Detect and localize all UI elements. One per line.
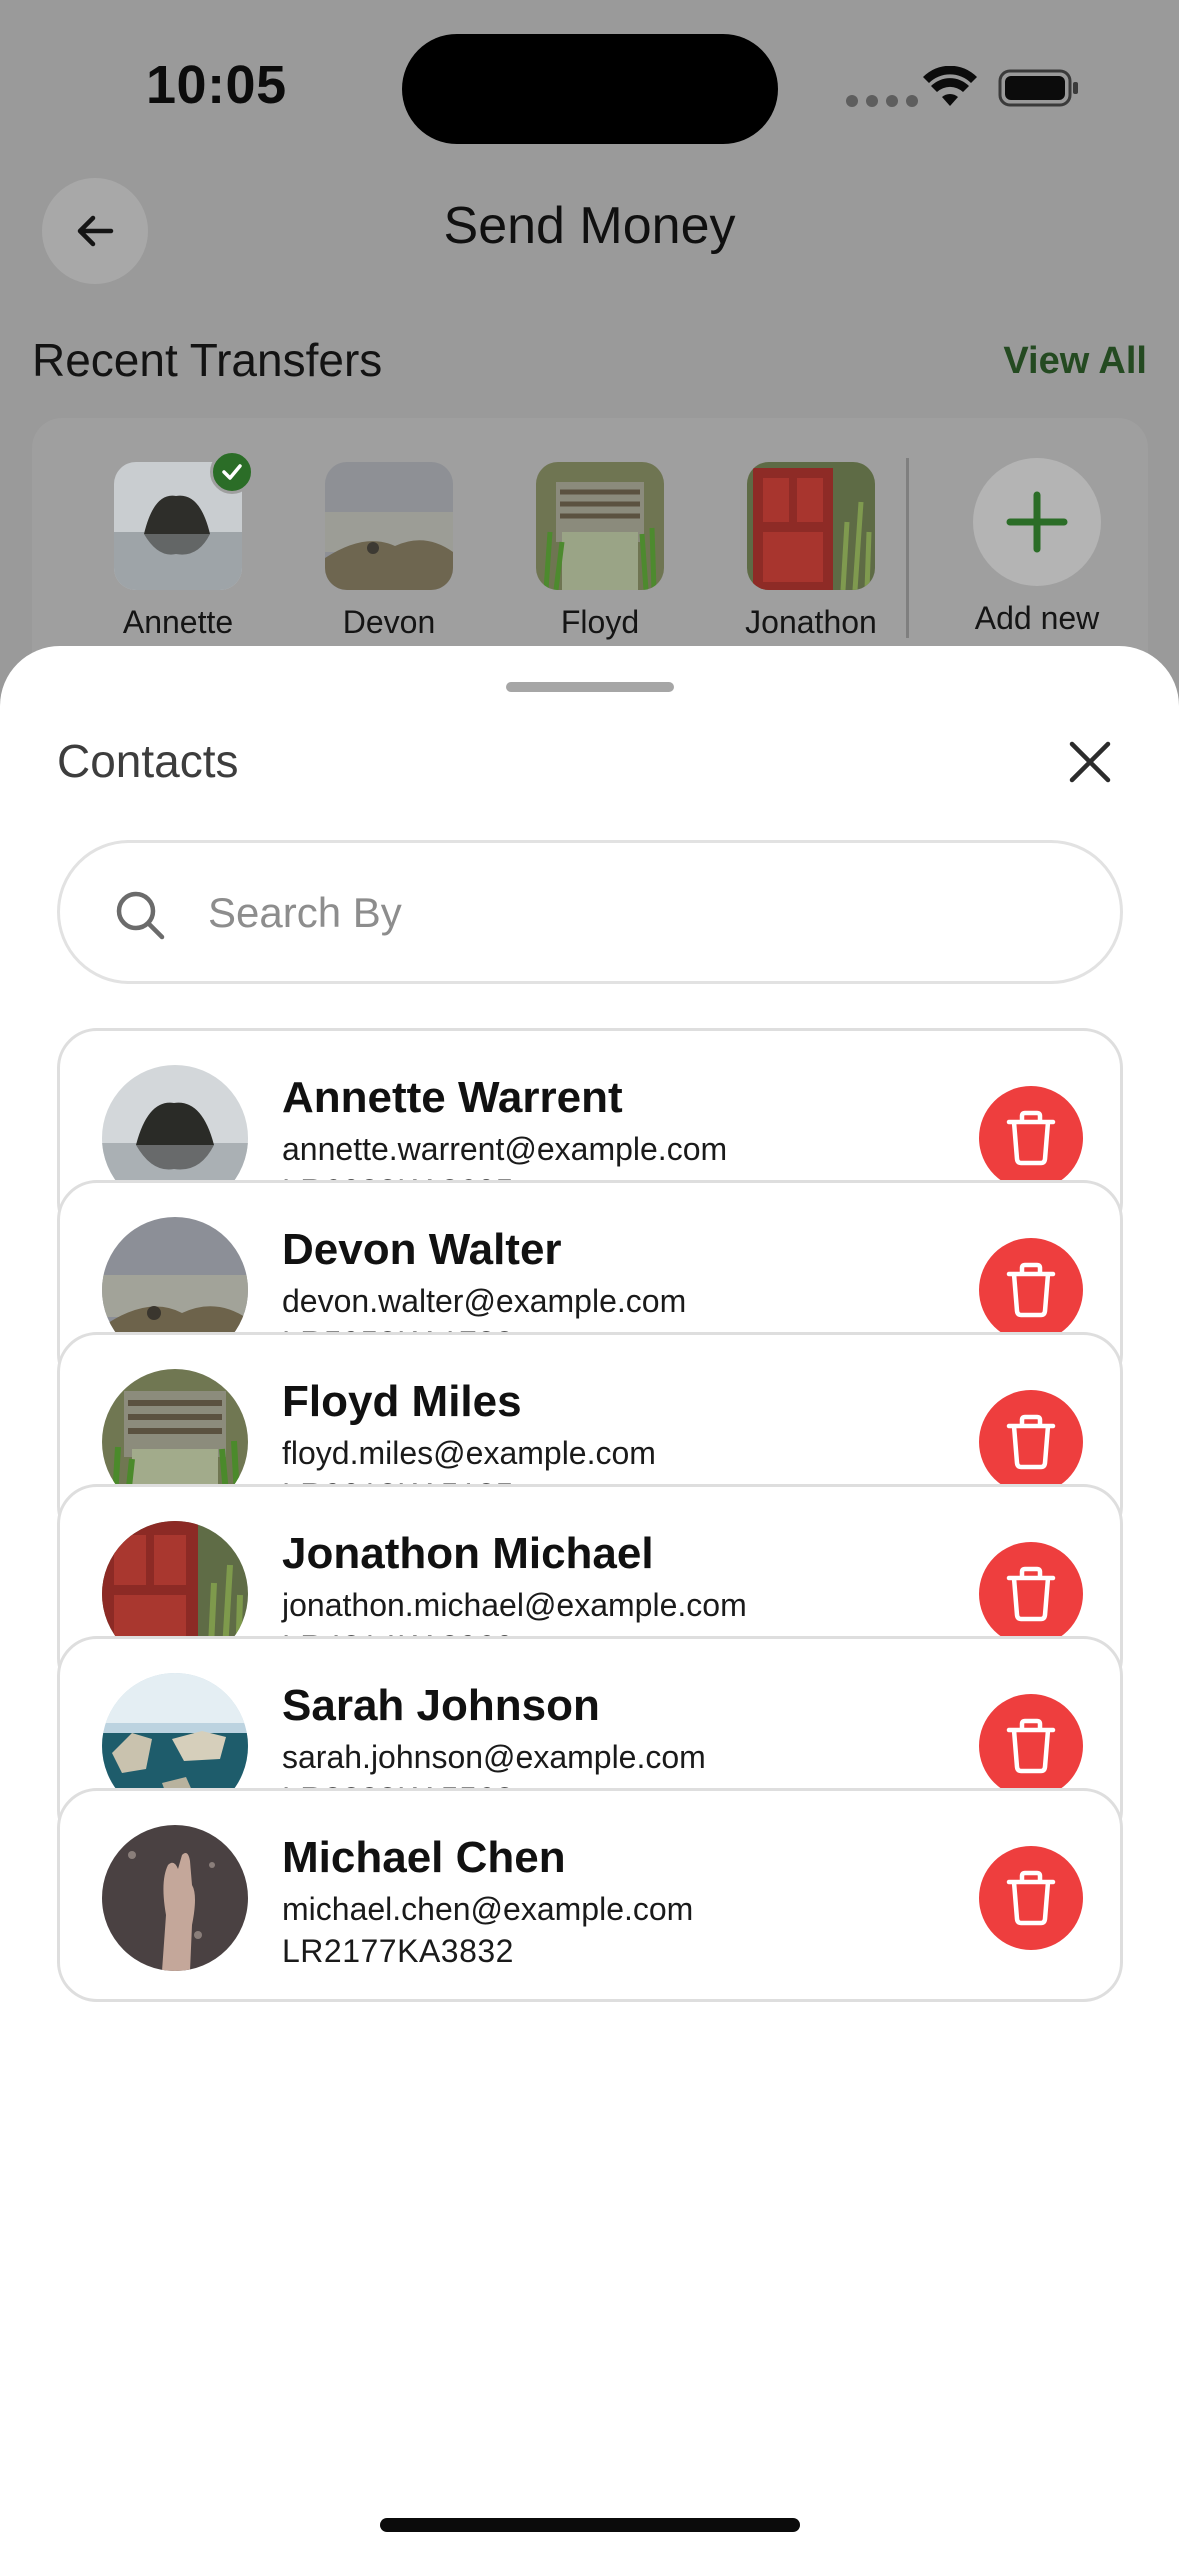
search-input[interactable] xyxy=(208,881,1068,945)
delete-contact-button[interactable] xyxy=(979,1390,1083,1494)
close-button[interactable] xyxy=(1060,732,1120,792)
trash-icon xyxy=(1006,1414,1056,1470)
contacts-bottom-sheet: Contacts Annette Warrent annette.warre xyxy=(0,646,1179,2556)
trash-icon xyxy=(1006,1110,1056,1166)
close-icon xyxy=(1069,741,1111,783)
delete-contact-button[interactable] xyxy=(979,1542,1083,1646)
contact-card[interactable]: Michael Chen michael.chen@example.com LR… xyxy=(57,1788,1123,2002)
add-new-button[interactable]: Add new xyxy=(932,458,1142,637)
contact-list: Annette Warrent annette.warrent@example.… xyxy=(0,1028,1179,2454)
home-indicator xyxy=(380,2518,800,2532)
selected-check-icon xyxy=(210,450,254,494)
delete-contact-button[interactable] xyxy=(979,1846,1083,1950)
delete-contact-button[interactable] xyxy=(979,1086,1083,1190)
contact-account-number: LR2177KA3832 xyxy=(282,1933,514,1969)
search-bar[interactable] xyxy=(57,840,1123,984)
view-all-link[interactable]: View All xyxy=(1003,340,1147,383)
sheet-grabber[interactable] xyxy=(506,682,674,692)
dynamic-island xyxy=(402,34,778,144)
recent-item-name: Floyd xyxy=(560,604,640,640)
contact-name: Floyd Miles xyxy=(282,1377,522,1426)
add-new-label: Add new xyxy=(974,600,1100,636)
recent-item-name: Devon xyxy=(342,604,436,640)
search-icon xyxy=(116,891,165,940)
red-door-image xyxy=(747,462,875,590)
recent-thumbnail xyxy=(747,462,875,590)
trash-icon xyxy=(1006,1718,1056,1774)
foggy-hill-image xyxy=(325,462,453,590)
contact-email: michael.chen@example.com xyxy=(282,1891,694,1927)
wooden-dock-image xyxy=(536,462,664,590)
add-circle xyxy=(973,458,1101,586)
contact-email: sarah.johnson@example.com xyxy=(282,1739,706,1775)
recent-thumbnail xyxy=(325,462,453,590)
trash-icon xyxy=(1006,1870,1056,1926)
status-bar: 10:05 xyxy=(0,0,1179,175)
divider xyxy=(906,458,909,638)
recent-item-floyd[interactable]: Floyd xyxy=(505,462,695,641)
plus-icon xyxy=(1006,491,1068,553)
delete-contact-button[interactable] xyxy=(979,1238,1083,1342)
page-title: Send Money xyxy=(443,197,736,255)
contact-name: Annette Warrent xyxy=(282,1073,623,1122)
avatar xyxy=(102,1825,248,1971)
contact-name: Jonathon Michael xyxy=(282,1529,654,1578)
recent-item-jonathon[interactable]: Jonathon xyxy=(716,462,906,641)
contact-email: floyd.miles@example.com xyxy=(282,1435,656,1471)
recent-item-devon[interactable]: Devon xyxy=(294,462,484,641)
status-time: 10:05 xyxy=(146,55,287,115)
trash-icon xyxy=(1006,1262,1056,1318)
contact-name: Michael Chen xyxy=(282,1833,566,1882)
contact-email: devon.walter@example.com xyxy=(282,1283,687,1319)
recent-item-name: Annette xyxy=(122,604,234,640)
contact-email: annette.warrent@example.com xyxy=(282,1131,728,1167)
trash-icon xyxy=(1006,1566,1056,1622)
send-money-screen: 10:05 Send Money Recent Transfers View A… xyxy=(0,0,1179,708)
recent-transfers-title: Recent Transfers xyxy=(32,334,383,386)
recent-thumbnail xyxy=(536,462,664,590)
recent-thumbnail xyxy=(114,450,254,590)
recent-item-name: Jonathon xyxy=(745,604,877,640)
contact-email: jonathon.michael@example.com xyxy=(282,1587,747,1623)
battery-icon xyxy=(998,69,1078,107)
recent-item-annette[interactable]: Annette xyxy=(83,450,273,641)
delete-contact-button[interactable] xyxy=(979,1694,1083,1798)
sheet-title: Contacts xyxy=(57,735,239,787)
contact-name: Devon Walter xyxy=(282,1225,562,1274)
contact-name: Sarah Johnson xyxy=(282,1681,600,1730)
cellular-signal-icon xyxy=(846,95,918,107)
wifi-icon xyxy=(923,66,977,106)
